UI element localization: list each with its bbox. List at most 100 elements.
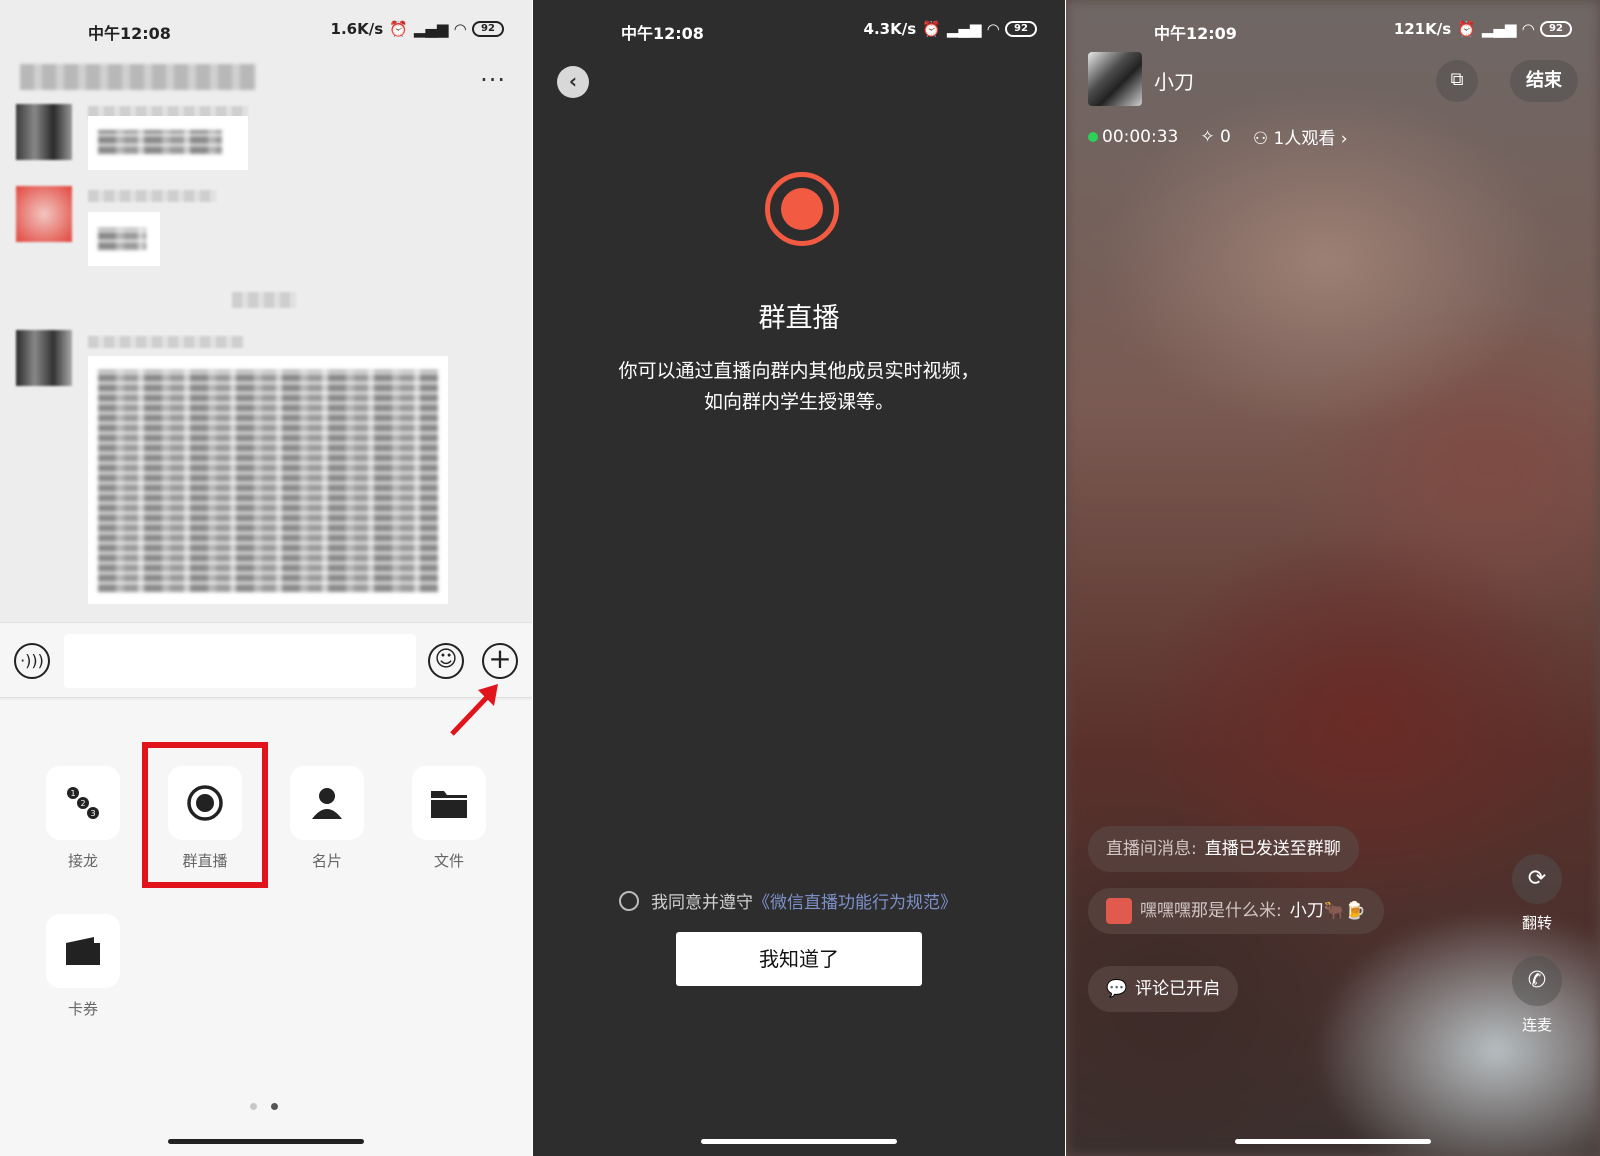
svg-text:2: 2 <box>80 799 85 808</box>
end-live-button[interactable]: 结束 <box>1510 60 1578 102</box>
wifi-icon: ◠ <box>1522 20 1534 38</box>
like-icon: ✧ <box>1200 126 1221 147</box>
emoji-icon[interactable]: ☺ <box>428 643 464 679</box>
host-name: 小刀 <box>1154 70 1194 94</box>
tool-label: 卡券 <box>67 1000 98 1018</box>
system-message-label: 直播间消息: <box>1106 839 1197 859</box>
status-time: 中午12:08 <box>88 24 171 43</box>
red-arrow-annotation <box>450 684 498 736</box>
phone-icon: ✆ <box>1512 956 1562 1006</box>
tool-solitaire[interactable]: 1 2 3 接龙 <box>46 766 120 871</box>
sender-name-blurred <box>88 190 216 202</box>
message-text-blurred <box>98 370 438 592</box>
chat-title-blurred <box>20 64 256 90</box>
message-input[interactable] <box>64 634 416 688</box>
wifi-icon: ◠ <box>454 20 466 38</box>
folder-icon <box>431 791 467 818</box>
mic-label: 连麦 <box>1521 1016 1552 1034</box>
comments-toggle[interactable]: 💬 评论已开启 <box>1088 966 1239 1012</box>
chevron-right-icon: › <box>1335 129 1348 149</box>
battery-icon: 92 <box>472 21 504 37</box>
battery-icon: 92 <box>1540 21 1572 37</box>
network-speed: 1.6K/s <box>330 20 384 38</box>
confirm-button[interactable]: 我知道了 <box>676 932 922 986</box>
flip-camera-button[interactable]: ⟳ 翻转 <box>1512 854 1562 933</box>
viewer-count: 1人观看 <box>1273 129 1336 149</box>
agree-text: 我同意并遵守 <box>651 893 753 913</box>
tool-contact-card[interactable]: 名片 <box>290 766 364 871</box>
plus-icon[interactable]: + <box>482 643 518 679</box>
policy-link[interactable]: 《微信直播功能行为规范》 <box>753 888 957 913</box>
live-stats: 00:00:33 ✧ 0 ⚇ 1人观看 › <box>1088 124 1348 149</box>
home-indicator[interactable] <box>1235 1139 1431 1144</box>
camera-flip-icon: ⟳ <box>1512 854 1562 904</box>
comment-text: 小刀🐂🍺 <box>1289 901 1367 921</box>
back-button[interactable]: ‹ <box>557 66 589 98</box>
alarm-icon: ⏰ <box>389 20 408 38</box>
status-bar: 中午12:09 121K/s ⏰ ▂▄▆ ◠ 92 <box>1066 18 1600 44</box>
tool-label: 文件 <box>433 852 464 870</box>
message-text-blurred <box>98 130 222 154</box>
svg-text:1: 1 <box>70 789 75 798</box>
avatar[interactable] <box>16 186 72 242</box>
system-message-text: 直播已发送至群聊 <box>1204 839 1341 859</box>
more-icon[interactable]: ··· <box>480 66 506 94</box>
page-indicator <box>250 1103 278 1110</box>
page-dot[interactable] <box>250 1103 257 1110</box>
network-speed: 121K/s <box>1393 20 1452 38</box>
group-live-intro-panel: 中午12:08 4.3K/s ⏰ ▂▄▆ ◠ 92 ‹ 群直播 你可以通过直播向… <box>533 0 1065 1156</box>
signal-icon: ▂▄▆ <box>946 20 982 38</box>
agreement-row: 我同意并遵守 《微信直播功能行为规范》 <box>619 888 957 913</box>
live-duration: 00:00:33 <box>1102 126 1179 147</box>
network-speed: 4.3K/s <box>863 20 917 38</box>
status-time: 中午12:09 <box>1154 24 1237 43</box>
page-title: 群直播 <box>758 303 840 334</box>
comments-status: 评论已开启 <box>1135 979 1221 999</box>
comment-message: 嘿嘿嘿那是什么米: 小刀🐂🍺 <box>1088 888 1385 934</box>
comment-bubble-icon: 💬 <box>1106 979 1128 999</box>
highlight-box <box>142 742 268 888</box>
status-bar: 中午12:08 1.6K/s ⏰ ▂▄▆ ◠ 92 <box>0 18 532 44</box>
tool-file[interactable]: 文件 <box>412 766 486 871</box>
home-indicator[interactable] <box>701 1139 897 1144</box>
host-avatar[interactable] <box>1088 52 1142 106</box>
battery-icon: 92 <box>1005 21 1037 37</box>
message-text-blurred <box>98 228 146 250</box>
commenter-name: 嘿嘿嘿那是什么米: <box>1140 901 1282 921</box>
co-host-button[interactable]: ✆ 连麦 <box>1512 956 1562 1035</box>
like-count: 0 <box>1220 126 1231 147</box>
live-dot-icon <box>1088 131 1098 142</box>
tool-label: 接龙 <box>67 852 98 870</box>
svg-text:3: 3 <box>90 809 95 818</box>
avatar[interactable] <box>16 330 72 386</box>
signal-icon: ▂▄▆ <box>413 20 449 38</box>
wechat-chat-panel: 中午12:08 1.6K/s ⏰ ▂▄▆ ◠ 92 ··· ·))) ☺ + 1… <box>0 0 532 1156</box>
solitaire-icon: 1 2 3 <box>67 787 99 819</box>
status-bar: 中午12:08 4.3K/s ⏰ ▂▄▆ ◠ 92 <box>533 18 1065 44</box>
person-icon: ⚇ <box>1252 129 1274 149</box>
person-icon <box>312 788 342 819</box>
viewers-link[interactable]: ⚇ 1人观看 › <box>1253 124 1348 149</box>
agree-radio[interactable] <box>619 890 639 911</box>
alarm-icon: ⏰ <box>1457 20 1476 38</box>
timestamp-blurred <box>232 292 296 308</box>
alarm-icon: ⏰ <box>922 20 941 38</box>
live-broadcast-panel: 中午12:09 121K/s ⏰ ▂▄▆ ◠ 92 小刀 ⧉ 结束 00:00:… <box>1066 0 1600 1156</box>
wifi-icon: ◠ <box>987 20 999 38</box>
wallet-icon <box>66 937 100 965</box>
flip-label: 翻转 <box>1521 914 1552 932</box>
status-time: 中午12:08 <box>621 24 704 43</box>
home-indicator[interactable] <box>168 1139 364 1144</box>
tool-label: 名片 <box>311 852 342 870</box>
tool-coupon[interactable]: 卡券 <box>46 914 120 1019</box>
avatar[interactable] <box>16 104 72 160</box>
description: 你可以通过直播向群内其他成员实时视频， 如向群内学生授课等。 <box>563 356 1035 418</box>
page-dot-active[interactable] <box>271 1103 278 1110</box>
sender-name-blurred <box>88 336 244 348</box>
commenter-avatar[interactable] <box>1106 898 1132 924</box>
minimize-window-icon[interactable]: ⧉ <box>1436 60 1478 102</box>
description-line: 如向群内学生授课等。 <box>703 391 894 413</box>
voice-icon[interactable]: ·))) <box>14 643 50 679</box>
signal-icon: ▂▄▆ <box>1481 20 1517 38</box>
description-line: 你可以通过直播向群内其他成员实时视频， <box>618 360 980 382</box>
